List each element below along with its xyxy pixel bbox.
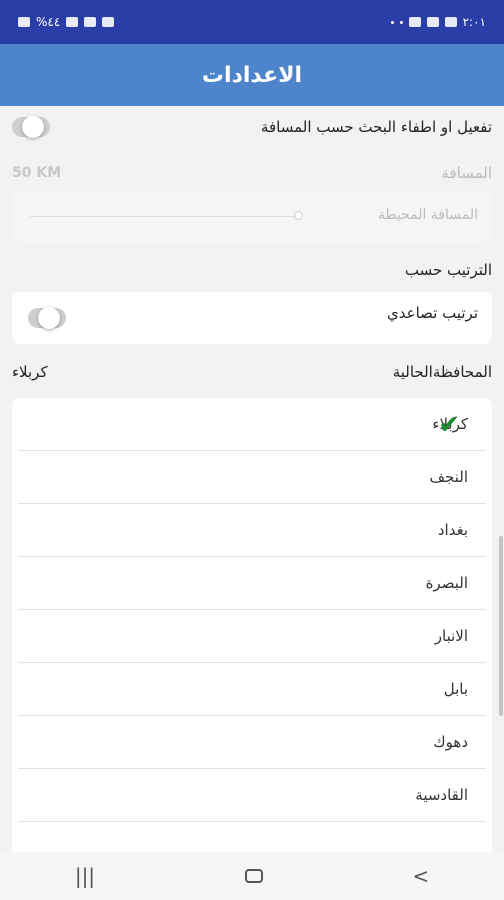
- ascending-sort-toggle[interactable]: [28, 307, 66, 329]
- toggle-knob: [38, 307, 60, 329]
- back-icon[interactable]: <: [412, 864, 429, 888]
- governorate-option-label: دهوك: [433, 733, 468, 751]
- governorate-option-label: القادسية: [415, 786, 468, 804]
- list-item-governorate[interactable]: بغداد: [18, 504, 486, 557]
- app-bar: الاعدادات: [0, 44, 504, 106]
- distance-search-label: تفعيل او اطفاء البحث حسب المسافة: [260, 118, 492, 136]
- distance-search-toggle[interactable]: [12, 116, 50, 138]
- distance-slider-handle[interactable]: [294, 211, 303, 220]
- distance-slider-track[interactable]: [30, 216, 300, 217]
- distance-row: المسافة 50 KM: [12, 162, 492, 184]
- distance-slider-placeholder: المسافة المحيطة: [377, 207, 478, 223]
- distance-value: 50 KM: [12, 165, 62, 181]
- distance-label: المسافة: [441, 164, 492, 182]
- status-left: %٤٤: [18, 15, 115, 29]
- page-title: الاعدادات: [201, 62, 303, 88]
- governorate-option-label: بغداد: [437, 521, 468, 539]
- status-time: ٢:٠١: [462, 15, 486, 29]
- list-item-governorate[interactable]: الانبار: [18, 610, 486, 663]
- gallery-icon: [444, 17, 457, 27]
- governorate-option-label: النجف: [429, 468, 468, 486]
- governorate-list: كربلاء ✔ النجف بغداد البصرة الانبار بابل…: [12, 398, 492, 852]
- governorate-row: المحافظةالحالية كربلاء: [12, 360, 492, 384]
- status-right: ٢:٠١: [390, 15, 486, 29]
- settings-content[interactable]: تفعيل او اطفاء البحث حسب المسافة المسافة…: [0, 106, 504, 852]
- wifi-icon: [84, 17, 97, 27]
- home-icon[interactable]: [244, 869, 263, 883]
- list-item-governorate[interactable]: البصرة: [18, 557, 486, 610]
- signal-icon: [66, 17, 79, 27]
- battery-percent: %٤٤: [36, 15, 61, 29]
- photo-icon: [426, 17, 439, 27]
- status-bar: %٤٤ ٢:٠١: [0, 0, 504, 44]
- list-item-governorate[interactable]: النجف: [18, 451, 486, 504]
- alarm-icon: [102, 17, 115, 27]
- ascending-sort-card: ترتيب تصاعدي: [12, 292, 492, 344]
- governorate-label: المحافظةالحالية: [392, 363, 492, 381]
- governorate-current: كربلاء: [12, 363, 48, 381]
- sort-section-row: الترتيب حسب: [12, 258, 492, 282]
- distance-search-row: تفعيل او اطفاء البحث حسب المسافة: [12, 114, 492, 140]
- governorate-option-label: بابل: [443, 680, 468, 698]
- governorate-option-label: البصرة: [425, 574, 468, 592]
- list-item-governorate[interactable]: القادسية: [18, 769, 486, 822]
- toggle-knob: [22, 116, 44, 138]
- checkmark-icon: ✔: [438, 410, 460, 440]
- youtube-icon: [408, 17, 421, 27]
- list-item-governorate[interactable]: كربلاء ✔: [18, 398, 486, 451]
- sort-section-label: الترتيب حسب: [404, 261, 492, 279]
- scrollbar[interactable]: [499, 536, 503, 716]
- dot-icon: [390, 20, 394, 24]
- list-item-governorate[interactable]: دهوك: [18, 716, 486, 769]
- ascending-sort-label: ترتيب تصاعدي: [387, 304, 478, 322]
- list-item-governorate[interactable]: بابل: [18, 663, 486, 716]
- recents-icon[interactable]: |||: [75, 864, 95, 888]
- dot-icon: [399, 20, 403, 24]
- distance-slider-card: المسافة المحيطة: [12, 192, 492, 242]
- lock-icon: [18, 17, 30, 27]
- system-nav-bar: ||| <: [0, 852, 504, 900]
- governorate-option-label: الانبار: [434, 627, 468, 645]
